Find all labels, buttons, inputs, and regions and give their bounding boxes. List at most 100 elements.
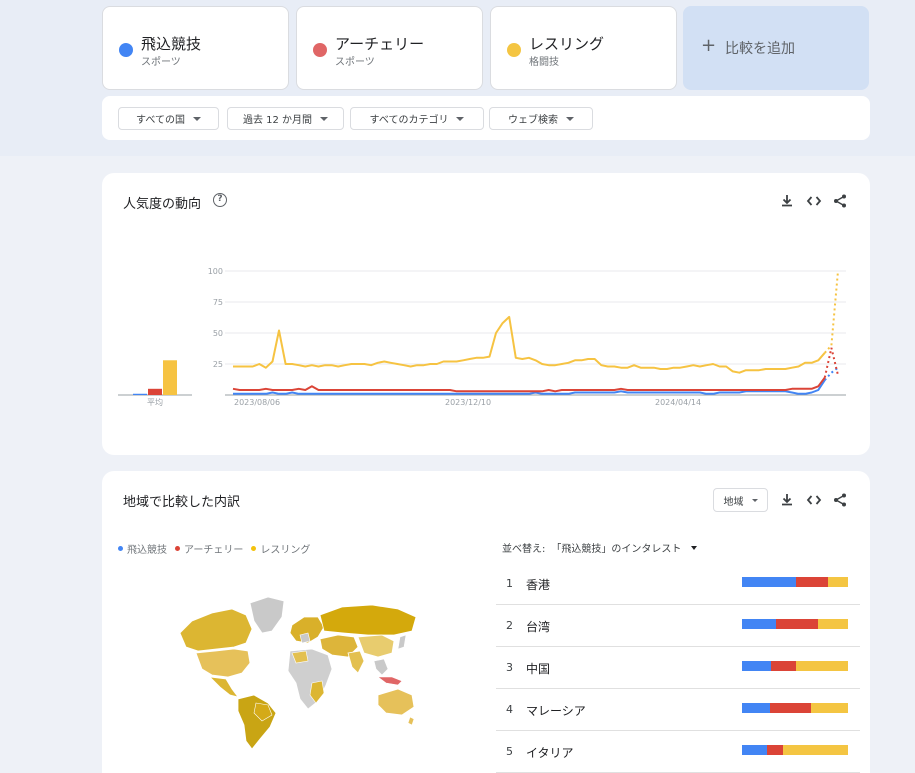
filter-bar: すべての国 過去 12 か月間 すべてのカテゴリ ウェブ検索 — [102, 96, 870, 140]
add-compare-label: 比較を追加 — [725, 41, 795, 57]
region-select[interactable]: 地域 — [713, 488, 768, 512]
map-region[interactable] — [208, 676, 239, 698]
term-category: スポーツ — [141, 57, 181, 68]
region-row[interactable]: 5 イタリア — [496, 731, 860, 773]
share-segment — [783, 745, 848, 755]
trend-chart: 100 75 50 25 平均 2023/08/06 2023/12/10 2024/04/1… — [118, 267, 846, 407]
share-segment — [767, 745, 784, 755]
share-segment — [769, 703, 811, 713]
share-segment — [742, 577, 797, 587]
add-compare-button[interactable]: + 比較を追加 — [683, 6, 869, 90]
share-segment — [818, 619, 848, 629]
region-row[interactable]: 1 香港 — [496, 563, 860, 605]
x-tick-label: 2024/04/14 — [655, 398, 701, 407]
red-dot-icon — [175, 546, 180, 551]
legend-item: レスリング — [251, 541, 310, 556]
caret-down-icon — [456, 116, 465, 121]
map-region[interactable] — [195, 648, 251, 678]
filter-label: ウェブ検索 — [508, 115, 558, 126]
term-card-1[interactable]: 飛込競技 スポーツ — [102, 6, 289, 90]
world-map[interactable] — [172, 591, 422, 751]
region-rank: 5 — [506, 745, 513, 758]
region-name: 台湾 — [526, 620, 551, 634]
region-share-bar — [742, 745, 848, 755]
region-row[interactable]: 2 台湾 — [496, 605, 860, 647]
filter-time[interactable]: 過去 12 か月間 — [227, 107, 344, 130]
series-line-partial — [823, 347, 839, 378]
term-card-2[interactable]: アーチェリー スポーツ — [296, 6, 483, 90]
series-line-partial — [824, 366, 839, 381]
caret-down-icon — [566, 116, 574, 121]
download-icon[interactable] — [778, 491, 796, 509]
filter-country[interactable]: すべての国 — [118, 107, 219, 130]
region-name: 中国 — [526, 662, 551, 676]
filter-label: すべての国 — [136, 115, 185, 126]
region-row[interactable]: 4 マレーシア — [496, 689, 860, 731]
region-card: 地域で比較した内訳 地域 飛込競技 アーチェリー レスリング 並べ替え: 「飛込… — [102, 471, 870, 773]
sort-label: 並べ替え: — [502, 544, 546, 555]
region-rank: 2 — [506, 619, 513, 632]
map-region[interactable] — [299, 632, 311, 644]
map-region[interactable] — [407, 716, 415, 726]
term-card-3[interactable]: レスリング 格闘技 — [490, 6, 677, 90]
share-segment — [827, 577, 848, 587]
plus-icon: + — [701, 35, 717, 56]
blue-dot-icon — [119, 43, 133, 57]
x-tick-label: 2023/12/10 — [445, 398, 491, 407]
share-segment — [810, 703, 848, 713]
map-region[interactable] — [249, 596, 285, 634]
region-name: マレーシア — [526, 704, 586, 718]
region-share-bar — [742, 703, 848, 713]
filter-category[interactable]: すべてのカテゴリ — [350, 107, 484, 130]
share-segment — [775, 619, 819, 629]
share-icon[interactable] — [831, 491, 849, 509]
filter-search-type[interactable]: ウェブ検索 — [489, 107, 593, 130]
share-segment — [770, 661, 797, 671]
share-icon[interactable] — [831, 192, 849, 210]
y-tick-label: 25 — [213, 360, 223, 369]
map-region[interactable] — [373, 658, 389, 676]
embed-icon[interactable] — [805, 491, 823, 509]
map-region[interactable] — [377, 676, 403, 686]
card-title: 人気度の動向 — [123, 197, 202, 212]
help-icon[interactable]: ? — [213, 193, 227, 207]
caret-down-icon — [691, 545, 698, 550]
share-segment — [796, 577, 828, 587]
region-rank: 3 — [506, 661, 513, 674]
card-title: 地域で比較した内訳 — [123, 495, 241, 510]
region-name: イタリア — [526, 746, 574, 760]
series-line — [232, 377, 826, 393]
average-bar — [133, 393, 147, 395]
share-segment — [742, 703, 770, 713]
y-tick-label: 100 — [208, 267, 223, 276]
x-tick-label: 2023/08/06 — [234, 398, 280, 407]
map-legend: 飛込競技 アーチェリー レスリング — [118, 541, 310, 556]
map-region[interactable] — [347, 650, 365, 674]
term-name: 飛込競技 — [141, 35, 202, 53]
average-bar — [148, 388, 162, 395]
filter-label: 過去 12 か月間 — [242, 115, 313, 126]
caret-down-icon — [320, 116, 329, 121]
region-share-bar — [742, 661, 848, 671]
share-segment — [796, 661, 848, 671]
region-row[interactable]: 3 中国 — [496, 647, 860, 689]
map-region[interactable] — [319, 604, 417, 636]
term-category: スポーツ — [335, 57, 375, 68]
filter-label: すべてのカテゴリ — [369, 115, 449, 126]
embed-icon[interactable] — [805, 192, 823, 210]
legend-label: 飛込競技 — [127, 545, 167, 556]
map-region[interactable] — [179, 608, 253, 652]
map-region[interactable] — [397, 634, 407, 650]
sort-selector[interactable]: 並べ替え: 「飛込競技」のインタレスト — [502, 540, 698, 555]
series-line-partial — [824, 270, 839, 354]
map-region[interactable] — [357, 634, 395, 658]
caret-down-icon — [751, 498, 758, 502]
region-rank: 4 — [506, 703, 513, 716]
term-name: アーチェリー — [335, 35, 425, 53]
legend-item: アーチェリー — [175, 541, 243, 556]
map-region[interactable] — [377, 688, 415, 716]
download-icon[interactable] — [778, 192, 796, 210]
share-segment — [742, 661, 771, 671]
average-bar — [163, 360, 177, 395]
interest-over-time-card: 人気度の動向 ? 100 75 50 25 平均 2023/08/06 2023/12/10… — [102, 173, 870, 455]
